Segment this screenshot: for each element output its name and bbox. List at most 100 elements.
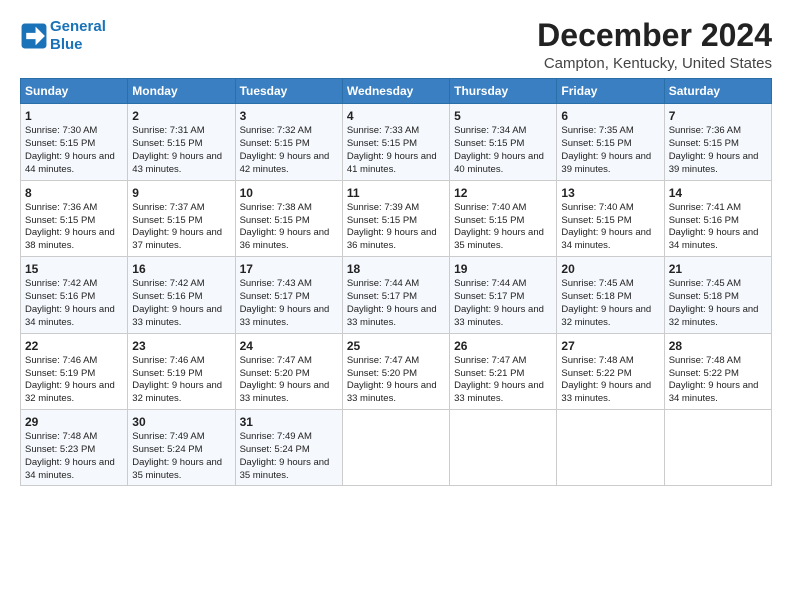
day-number: 28 [669, 338, 767, 354]
day-number: 6 [561, 108, 659, 124]
day-number: 18 [347, 261, 445, 277]
day-cell-15: 15Sunrise: 7:42 AMSunset: 5:16 PMDayligh… [21, 257, 128, 333]
day-info-line: Daylight: 9 hours and 37 minutes. [132, 227, 230, 253]
day-info-line: Sunset: 5:19 PM [132, 368, 230, 381]
day-cell-24: 24Sunrise: 7:47 AMSunset: 5:20 PMDayligh… [235, 333, 342, 409]
day-info-line: Sunset: 5:15 PM [561, 138, 659, 151]
day-info-line: Sunrise: 7:47 AM [240, 355, 338, 368]
col-header-sunday: Sunday [21, 79, 128, 104]
day-info-line: Sunrise: 7:42 AM [132, 278, 230, 291]
logo-icon [20, 22, 48, 50]
day-cell-26: 26Sunrise: 7:47 AMSunset: 5:21 PMDayligh… [450, 333, 557, 409]
day-cell-13: 13Sunrise: 7:40 AMSunset: 5:15 PMDayligh… [557, 180, 664, 256]
day-info-line: Sunset: 5:15 PM [347, 138, 445, 151]
page: General Blue December 2024 Campton, Kent… [0, 0, 792, 612]
day-cell-11: 11Sunrise: 7:39 AMSunset: 5:15 PMDayligh… [342, 180, 449, 256]
day-cell-3: 3Sunrise: 7:32 AMSunset: 5:15 PMDaylight… [235, 104, 342, 180]
day-cell-31: 31Sunrise: 7:49 AMSunset: 5:24 PMDayligh… [235, 409, 342, 485]
day-number: 29 [25, 414, 123, 430]
day-cell-2: 2Sunrise: 7:31 AMSunset: 5:15 PMDaylight… [128, 104, 235, 180]
day-cell-30: 30Sunrise: 7:49 AMSunset: 5:24 PMDayligh… [128, 409, 235, 485]
day-info-line: Daylight: 9 hours and 41 minutes. [347, 151, 445, 177]
day-number: 15 [25, 261, 123, 277]
day-info-line: Sunrise: 7:44 AM [347, 278, 445, 291]
day-number: 27 [561, 338, 659, 354]
empty-cell [342, 409, 449, 485]
day-cell-4: 4Sunrise: 7:33 AMSunset: 5:15 PMDaylight… [342, 104, 449, 180]
day-info-line: Sunrise: 7:40 AM [561, 202, 659, 215]
day-number: 23 [132, 338, 230, 354]
day-info-line: Sunset: 5:15 PM [454, 138, 552, 151]
col-header-tuesday: Tuesday [235, 79, 342, 104]
day-info-line: Sunset: 5:16 PM [132, 291, 230, 304]
day-cell-23: 23Sunrise: 7:46 AMSunset: 5:19 PMDayligh… [128, 333, 235, 409]
day-info-line: Sunset: 5:15 PM [669, 138, 767, 151]
day-info-line: Sunrise: 7:33 AM [347, 125, 445, 138]
day-info-line: Sunset: 5:20 PM [347, 368, 445, 381]
col-header-friday: Friday [557, 79, 664, 104]
day-info-line: Daylight: 9 hours and 33 minutes. [132, 304, 230, 330]
day-number: 16 [132, 261, 230, 277]
day-info-line: Daylight: 9 hours and 32 minutes. [561, 304, 659, 330]
day-info-line: Sunrise: 7:38 AM [240, 202, 338, 215]
day-info-line: Sunset: 5:16 PM [25, 291, 123, 304]
day-info-line: Daylight: 9 hours and 39 minutes. [561, 151, 659, 177]
day-info-line: Sunset: 5:15 PM [240, 138, 338, 151]
day-cell-16: 16Sunrise: 7:42 AMSunset: 5:16 PMDayligh… [128, 257, 235, 333]
day-number: 7 [669, 108, 767, 124]
day-info-line: Sunrise: 7:46 AM [25, 355, 123, 368]
day-cell-9: 9Sunrise: 7:37 AMSunset: 5:15 PMDaylight… [128, 180, 235, 256]
week-row-2: 8Sunrise: 7:36 AMSunset: 5:15 PMDaylight… [21, 180, 772, 256]
day-info-line: Sunrise: 7:48 AM [561, 355, 659, 368]
day-info-line: Sunset: 5:20 PM [240, 368, 338, 381]
day-info-line: Sunrise: 7:47 AM [454, 355, 552, 368]
day-info-line: Sunset: 5:23 PM [25, 444, 123, 457]
day-info-line: Daylight: 9 hours and 33 minutes. [240, 304, 338, 330]
day-info-line: Daylight: 9 hours and 38 minutes. [25, 227, 123, 253]
week-row-4: 22Sunrise: 7:46 AMSunset: 5:19 PMDayligh… [21, 333, 772, 409]
day-cell-14: 14Sunrise: 7:41 AMSunset: 5:16 PMDayligh… [664, 180, 771, 256]
day-info-line: Sunset: 5:19 PM [25, 368, 123, 381]
day-cell-12: 12Sunrise: 7:40 AMSunset: 5:15 PMDayligh… [450, 180, 557, 256]
week-row-3: 15Sunrise: 7:42 AMSunset: 5:16 PMDayligh… [21, 257, 772, 333]
day-info-line: Sunrise: 7:48 AM [669, 355, 767, 368]
day-info-line: Sunset: 5:15 PM [454, 215, 552, 228]
day-number: 25 [347, 338, 445, 354]
logo-text: General Blue [50, 18, 106, 54]
day-info-line: Daylight: 9 hours and 33 minutes. [561, 380, 659, 406]
day-info-line: Sunrise: 7:45 AM [561, 278, 659, 291]
day-info-line: Sunset: 5:15 PM [561, 215, 659, 228]
day-info-line: Daylight: 9 hours and 42 minutes. [240, 151, 338, 177]
day-info-line: Sunrise: 7:37 AM [132, 202, 230, 215]
logo: General Blue [20, 18, 106, 54]
day-info-line: Daylight: 9 hours and 34 minutes. [669, 380, 767, 406]
day-info-line: Daylight: 9 hours and 33 minutes. [347, 304, 445, 330]
day-number: 19 [454, 261, 552, 277]
day-info-line: Daylight: 9 hours and 34 minutes. [669, 227, 767, 253]
day-info-line: Sunrise: 7:48 AM [25, 431, 123, 444]
empty-cell [450, 409, 557, 485]
day-cell-18: 18Sunrise: 7:44 AMSunset: 5:17 PMDayligh… [342, 257, 449, 333]
day-info-line: Daylight: 9 hours and 32 minutes. [132, 380, 230, 406]
col-header-wednesday: Wednesday [342, 79, 449, 104]
day-number: 31 [240, 414, 338, 430]
day-number: 8 [25, 185, 123, 201]
day-info-line: Sunset: 5:22 PM [669, 368, 767, 381]
day-info-line: Sunset: 5:17 PM [240, 291, 338, 304]
day-info-line: Sunrise: 7:39 AM [347, 202, 445, 215]
day-info-line: Daylight: 9 hours and 40 minutes. [454, 151, 552, 177]
day-info-line: Sunset: 5:24 PM [240, 444, 338, 457]
day-number: 2 [132, 108, 230, 124]
day-cell-28: 28Sunrise: 7:48 AMSunset: 5:22 PMDayligh… [664, 333, 771, 409]
calendar-header-row: SundayMondayTuesdayWednesdayThursdayFrid… [21, 79, 772, 104]
day-info-line: Daylight: 9 hours and 34 minutes. [25, 304, 123, 330]
day-info-line: Sunset: 5:24 PM [132, 444, 230, 457]
day-info-line: Daylight: 9 hours and 33 minutes. [454, 304, 552, 330]
day-info-line: Sunrise: 7:34 AM [454, 125, 552, 138]
day-info-line: Sunset: 5:16 PM [669, 215, 767, 228]
day-number: 24 [240, 338, 338, 354]
day-info-line: Daylight: 9 hours and 34 minutes. [561, 227, 659, 253]
day-info-line: Sunset: 5:15 PM [25, 215, 123, 228]
day-info-line: Sunrise: 7:49 AM [132, 431, 230, 444]
day-info-line: Daylight: 9 hours and 33 minutes. [240, 380, 338, 406]
